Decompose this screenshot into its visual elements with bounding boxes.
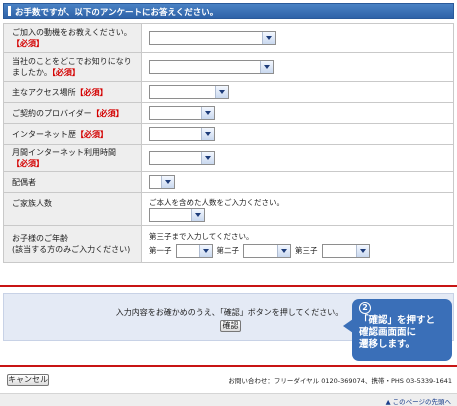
third-child-label: 第三子 — [295, 246, 318, 255]
family-size-select[interactable] — [149, 207, 205, 222]
required-tag: 【必須】 — [51, 68, 80, 77]
chevron-down-icon — [262, 32, 275, 44]
row-motivation: ご加入の動機をお教えください。【必須】 — [3, 23, 454, 53]
internet-history-label: インターネット歴 — [12, 129, 76, 139]
footer: キャンセル お問い合わせ：フリーダイヤル 0120-369074、携帯・PHS … — [3, 371, 454, 391]
chevron-down-icon — [277, 244, 290, 257]
page-top-link[interactable]: ▲ このページの先頭へ — [386, 396, 451, 406]
spouse-label: 配偶者 — [12, 177, 36, 187]
second-child-label: 第二子 — [216, 246, 240, 255]
step-number-badge: 2 — [359, 302, 371, 314]
required-tag: 【必須】 — [12, 159, 44, 168]
first-child-label: 第一子 — [149, 246, 172, 255]
survey-title: お手数ですが、以下のアンケートにお答えください。 — [15, 8, 219, 18]
first-child-select[interactable] — [175, 243, 213, 258]
cancel-button[interactable]: キャンセル — [7, 374, 49, 386]
required-tag: 【必須】 — [76, 129, 108, 139]
contact-info: お問い合わせ：フリーダイヤル 0120-369074、携帯・PHS 03-533… — [228, 377, 452, 385]
access-place-select[interactable] — [149, 85, 229, 99]
chevron-down-icon — [198, 244, 212, 257]
family-size-label: ご家族人数 — [12, 199, 52, 208]
chevron-down-icon — [201, 152, 214, 164]
survey-header: お手数ですが、以下のアンケートにお答えください。 — [3, 3, 454, 19]
row-family-size: ご家族人数 ご本人を含めた人数をご入力ください。 — [3, 192, 454, 226]
divider-bottom — [0, 365, 457, 367]
chevron-down-icon — [201, 128, 214, 140]
second-child-select[interactable] — [243, 243, 291, 258]
row-spouse: 配偶者 — [3, 171, 454, 193]
required-tag: 【必須】 — [12, 39, 44, 48]
required-tag: 【必須】 — [75, 87, 108, 97]
chevron-down-icon — [215, 86, 228, 98]
spouse-select[interactable] — [149, 175, 175, 189]
access-place-label: 主なアクセス場所 — [12, 87, 76, 97]
family-size-note: ご本人を含めた人数をご入力ください。 — [149, 197, 284, 207]
row-monthly-usage: 月間インターネット利用時間 【必須】 — [3, 144, 454, 172]
provider-select[interactable] — [149, 106, 215, 120]
callout-text: 「確認」を押すと 確認画面面に 遷移します。 — [359, 315, 436, 350]
bottom-bar: ▲ このページの先頭へ — [0, 393, 457, 406]
divider-top — [0, 285, 457, 287]
provider-label: ご契約のプロバイダー — [12, 108, 92, 118]
row-children-ages: お子様のご年齢 (該当する方のみご入力ください) 第三子まで入力してください。 … — [3, 225, 454, 263]
chevron-down-icon — [260, 61, 273, 73]
chevron-down-icon — [355, 244, 369, 257]
third-child-select[interactable] — [321, 243, 370, 258]
chevron-down-icon — [191, 208, 204, 221]
motivation-select[interactable] — [149, 31, 276, 45]
children-ages-note: 第三子まで入力してください。 — [149, 231, 254, 241]
row-internet-history: インターネット歴【必須】 — [3, 123, 454, 145]
children-ages-fields: 第一子 第二子 第三子 — [149, 243, 446, 258]
required-tag: 【必須】 — [91, 108, 124, 118]
chevron-down-icon — [201, 107, 214, 119]
motivation-label: ご加入の動機をお教えください。 — [12, 28, 132, 37]
confirm-button[interactable]: 確認 — [220, 320, 241, 332]
callout-bubble: 2 「確認」を押すと 確認画面面に 遷移します。 — [343, 299, 452, 361]
survey-table: ご加入の動機をお教えください。【必須】 当社のことをどこでお知りになりましたか。… — [3, 23, 454, 263]
monthly-usage-select[interactable] — [149, 151, 215, 165]
internet-history-select[interactable] — [149, 127, 215, 141]
row-how-know: 当社のことをどこでお知りになりましたか。【必須】 — [3, 52, 454, 82]
row-access-place: 主なアクセス場所【必須】 — [3, 81, 454, 103]
chevron-down-icon — [161, 176, 174, 188]
monthly-usage-label: 月間インターネット利用時間 — [12, 148, 116, 157]
children-ages-label: お子様のご年齢 (該当する方のみご入力ください) — [12, 234, 131, 254]
how-know-select[interactable] — [149, 60, 274, 74]
row-provider: ご契約のプロバイダー【必須】 — [3, 102, 454, 124]
header-marker — [8, 6, 11, 16]
